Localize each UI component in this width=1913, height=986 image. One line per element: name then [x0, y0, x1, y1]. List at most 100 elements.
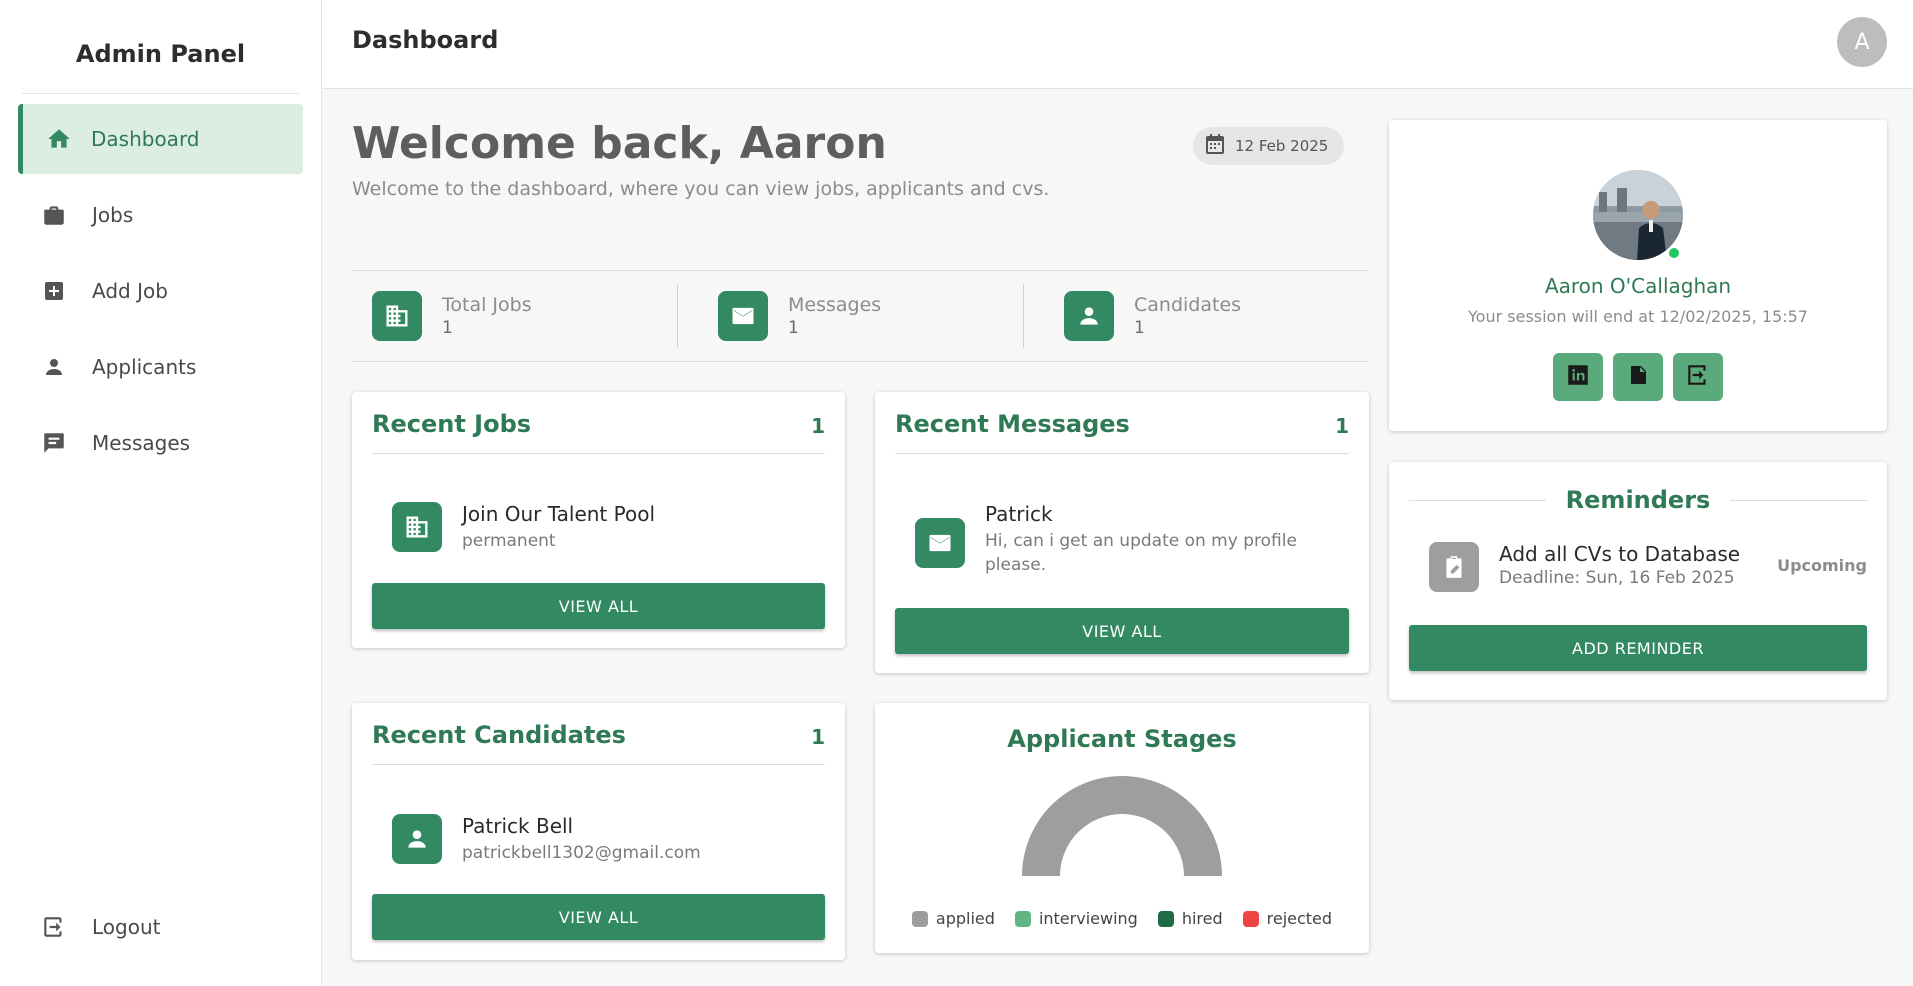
- view-all-candidates-button[interactable]: VIEW ALL: [372, 894, 825, 940]
- sidebar-item-dashboard[interactable]: Dashboard: [18, 104, 303, 174]
- card-title: Recent Candidates: [372, 721, 626, 749]
- logout-button[interactable]: Logout: [18, 892, 303, 962]
- list-item[interactable]: Patrick Hi, can i get an update on my pr…: [915, 502, 1339, 577]
- divider: [1409, 499, 1546, 501]
- item-title: Join Our Talent Pool: [462, 502, 655, 526]
- stat-value: 1: [1134, 318, 1145, 338]
- card-header: Recent Candidates 1: [372, 721, 825, 765]
- legend-item-hired[interactable]: hired: [1157, 909, 1223, 928]
- logout-icon: [40, 913, 68, 941]
- card-count: 1: [811, 725, 825, 749]
- stats-bar: Total Jobs 1 Messages 1 Candidates 1: [352, 270, 1369, 362]
- legend-item-interviewing[interactable]: interviewing: [1014, 909, 1138, 928]
- legend-label: applied: [935, 909, 995, 928]
- card-title: Recent Jobs: [372, 410, 532, 438]
- sidebar-item-jobs[interactable]: Jobs: [18, 180, 303, 250]
- sidebar-item-add-job[interactable]: Add Job: [18, 256, 303, 326]
- legend-item-rejected[interactable]: rejected: [1242, 909, 1333, 928]
- profile-card: Aaron O'Callaghan Your session will end …: [1389, 120, 1887, 431]
- sidebar-item-label: Jobs: [92, 203, 134, 227]
- legend-label: hired: [1181, 909, 1223, 928]
- linkedin-icon: [1565, 362, 1591, 392]
- applicant-stages-card: Applicant Stages applied interviewing hi…: [875, 703, 1369, 953]
- sidebar-item-applicants[interactable]: Applicants: [18, 332, 303, 402]
- sidebar-item-label: Dashboard: [91, 127, 200, 151]
- chart-title: Applicant Stages: [1007, 725, 1237, 753]
- chat-icon: [40, 429, 68, 457]
- item-subtitle: patrickbell1302@gmail.com: [462, 843, 701, 863]
- reminders-title: Reminders: [1565, 486, 1711, 514]
- profile-logout-button[interactable]: [1673, 353, 1723, 401]
- date-chip: 12 Feb 2025: [1193, 127, 1345, 165]
- view-all-messages-button[interactable]: VIEW ALL: [895, 608, 1349, 654]
- document-icon: [1626, 363, 1650, 391]
- page-title: Dashboard: [352, 26, 499, 54]
- online-status-dot: [1667, 246, 1681, 260]
- item-subtitle: Hi, can i get an update on my profile pl…: [985, 531, 1297, 575]
- stat-candidates: Candidates 1: [1023, 284, 1369, 348]
- stat-value: 1: [788, 318, 799, 338]
- item-title: Patrick: [985, 502, 1053, 526]
- sidebar-item-label: Messages: [92, 431, 191, 455]
- legend-swatch: [1157, 910, 1174, 927]
- home-icon: [45, 125, 73, 153]
- stat-label: Candidates: [1134, 294, 1242, 316]
- item-subtitle: permanent: [462, 531, 556, 551]
- building-icon: [372, 291, 422, 341]
- list-item[interactable]: Patrick Bell patrickbell1302@gmail.com: [392, 814, 825, 865]
- logout-label: Logout: [92, 915, 161, 939]
- person-icon: [40, 353, 68, 381]
- stat-messages: Messages 1: [677, 284, 1023, 348]
- sidebar: Admin Panel Dashboard Jobs Add Job Appli…: [0, 0, 322, 986]
- chart-legend: applied interviewing hired rejected: [875, 909, 1369, 928]
- linkedin-button[interactable]: [1553, 353, 1603, 401]
- person-icon: [1064, 291, 1114, 341]
- sidebar-title: Admin Panel: [22, 0, 299, 94]
- reminder-item[interactable]: Add all CVs to Database Deadline: Sun, 1…: [1429, 542, 1867, 592]
- reminder-deadline: Deadline: Sun, 16 Feb 2025: [1499, 568, 1735, 588]
- divider: [1730, 499, 1867, 501]
- profile-name: Aaron O'Callaghan: [1544, 274, 1732, 298]
- reminders-header: Reminders: [1409, 486, 1867, 514]
- view-all-jobs-button[interactable]: VIEW ALL: [372, 583, 825, 629]
- legend-label: interviewing: [1038, 909, 1138, 928]
- legend-swatch: [911, 910, 928, 927]
- person-icon: [392, 814, 442, 864]
- card-count: 1: [811, 414, 825, 438]
- mail-icon: [718, 291, 768, 341]
- add-box-icon: [40, 277, 68, 305]
- stat-label: Messages: [788, 294, 882, 316]
- session-info: Your session will end at 12/02/2025, 15:…: [1468, 307, 1808, 326]
- document-button[interactable]: [1613, 353, 1663, 401]
- legend-swatch: [1242, 910, 1259, 927]
- sidebar-item-label: Applicants: [92, 355, 197, 379]
- mail-icon: [915, 518, 965, 568]
- legend-item-applied[interactable]: applied: [911, 909, 995, 928]
- calendar-icon: [1203, 132, 1227, 160]
- sidebar-item-messages[interactable]: Messages: [18, 408, 303, 478]
- sidebar-item-label: Add Job: [92, 279, 168, 303]
- welcome-title: Welcome back, Aaron: [352, 118, 887, 169]
- briefcase-icon: [40, 201, 68, 229]
- profile-actions: [1389, 353, 1887, 401]
- card-header: Recent Jobs 1: [372, 410, 825, 454]
- recent-messages-card: Recent Messages 1 Patrick Hi, can i get …: [875, 392, 1369, 673]
- reminders-card: Reminders Add all CVs to Database Deadli…: [1389, 462, 1887, 700]
- card-header: Recent Messages 1: [895, 410, 1349, 454]
- reminder-title: Add all CVs to Database: [1499, 542, 1741, 566]
- date-text: 12 Feb 2025: [1235, 137, 1329, 155]
- logout-icon: [1685, 362, 1711, 392]
- reminder-status-badge: Upcoming: [1777, 556, 1867, 575]
- legend-label: rejected: [1266, 909, 1333, 928]
- top-header: Dashboard A: [322, 0, 1913, 89]
- recent-jobs-card: Recent Jobs 1 Join Our Talent Pool perma…: [352, 392, 845, 648]
- add-reminder-button[interactable]: ADD REMINDER: [1409, 625, 1867, 671]
- applicant-stages-chart: [1022, 776, 1222, 876]
- list-item[interactable]: Join Our Talent Pool permanent: [392, 502, 825, 553]
- item-title: Patrick Bell: [462, 814, 574, 838]
- card-count: 1: [1335, 414, 1349, 438]
- card-title: Recent Messages: [895, 410, 1130, 438]
- chart-slice-applied[interactable]: [1022, 776, 1222, 876]
- welcome-subtitle: Welcome to the dashboard, where you can …: [352, 178, 1050, 200]
- user-avatar[interactable]: A: [1837, 17, 1887, 67]
